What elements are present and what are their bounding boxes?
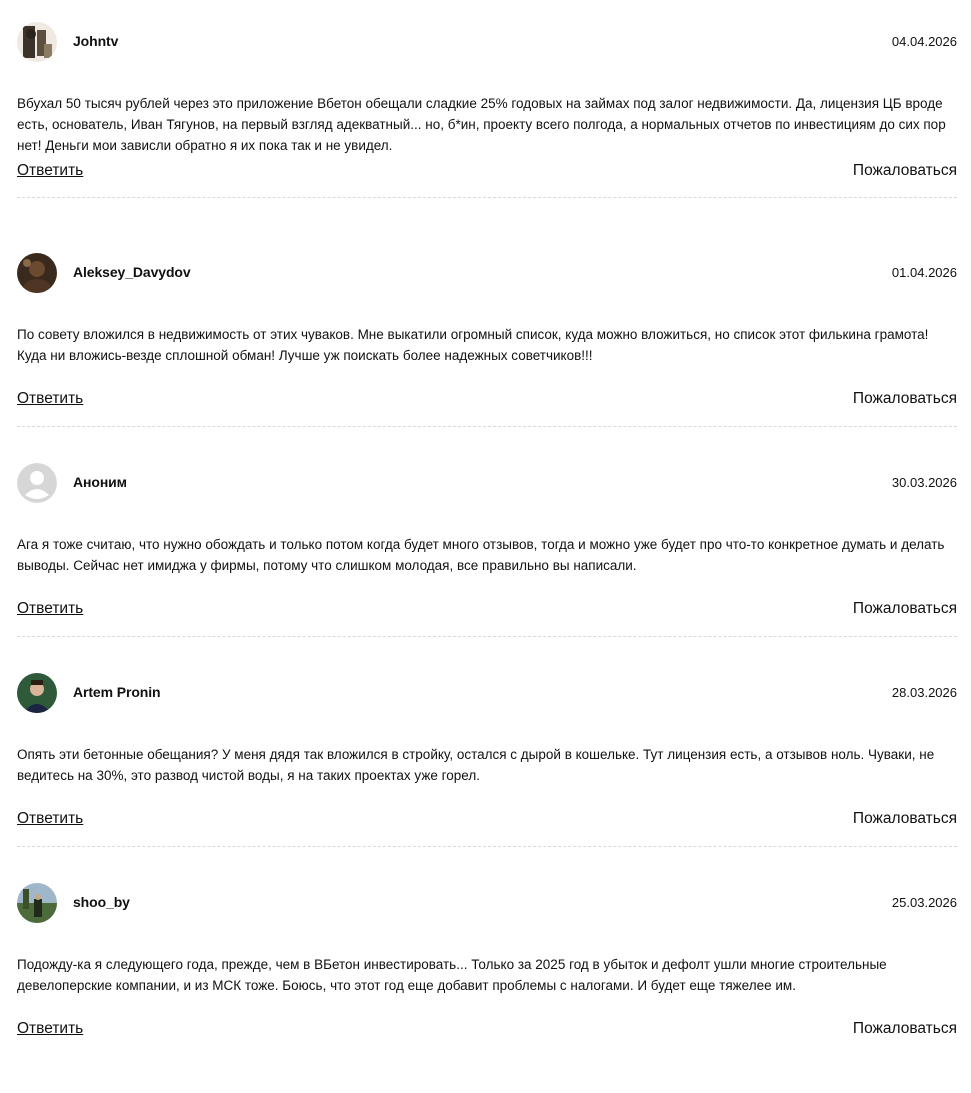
comment-item: Johntv 04.04.2026 Вбухал 50 тысяч рублей… (17, 22, 957, 232)
comment-author[interactable]: Aleksey_Davydov (73, 264, 191, 280)
comment-actions: Ответить Пожаловаться (17, 600, 957, 624)
reply-link[interactable]: Ответить (17, 810, 83, 828)
comment-author[interactable]: Artem Pronin (73, 684, 161, 700)
comment-text: Ага я тоже считаю, что нужно обождать и … (17, 537, 945, 573)
comment-author[interactable]: Johntv (73, 33, 118, 49)
comment-date: 04.04.2026 (891, 34, 957, 49)
comment-date: 01.04.2026 (891, 265, 957, 280)
comment-header: Artem Pronin 28.03.2026 (17, 673, 957, 713)
comment-actions: Ответить Пожаловаться (17, 162, 957, 186)
comment-date: 25.03.2026 (891, 895, 957, 910)
avatar (17, 253, 57, 293)
comment-date: 30.03.2026 (891, 475, 957, 490)
comment-header: Аноним 30.03.2026 (17, 463, 957, 503)
comment-divider (17, 197, 957, 198)
avatar (17, 22, 57, 62)
comment-divider (17, 636, 957, 637)
avatar (17, 673, 57, 713)
comment-text: Вбухал 50 тысяч рублей через это приложе… (17, 96, 946, 153)
comment-actions: Ответить Пожаловаться (17, 390, 957, 414)
comment-date: 28.03.2026 (891, 685, 957, 700)
comment-text: Подожду-ка я следующего года, прежде, че… (17, 957, 887, 993)
comment-item: Artem Pronin 28.03.2026 Опять эти бетонн… (17, 673, 957, 883)
comment-divider (17, 846, 957, 847)
comment-author[interactable]: Аноним (73, 474, 127, 490)
comment-divider (17, 426, 957, 427)
reply-link[interactable]: Ответить (17, 390, 83, 408)
reply-link[interactable]: Ответить (17, 162, 83, 180)
comment-item: Аноним 30.03.2026 Ага я тоже считаю, что… (17, 463, 957, 673)
comment-text: Опять эти бетонные обещания? У меня дядя… (17, 747, 935, 783)
comment-actions: Ответить Пожаловаться (17, 1020, 957, 1044)
comment-actions: Ответить Пожаловаться (17, 810, 957, 834)
comment-text: По совету вложился в недвижимость от эти… (17, 327, 929, 363)
reply-link[interactable]: Ответить (17, 1020, 83, 1038)
complain-link[interactable]: Пожаловаться (853, 600, 957, 618)
complain-link[interactable]: Пожаловаться (853, 810, 957, 828)
reply-link[interactable]: Ответить (17, 600, 83, 618)
comment-header: Aleksey_Davydov 01.04.2026 (17, 253, 957, 293)
avatar (17, 883, 57, 923)
complain-link[interactable]: Пожаловаться (853, 390, 957, 408)
comment-item: Aleksey_Davydov 01.04.2026 По совету вло… (17, 253, 957, 463)
comment-item: shoo_by 25.03.2026 Подожду-ка я следующе… (17, 883, 957, 1093)
complain-link[interactable]: Пожаловаться (853, 1020, 957, 1038)
comment-author[interactable]: shoo_by (73, 894, 130, 910)
comment-header: Johntv 04.04.2026 (17, 22, 957, 62)
complain-link[interactable]: Пожаловаться (853, 162, 957, 180)
default-user-icon (17, 463, 57, 503)
comment-header: shoo_by 25.03.2026 (17, 883, 957, 923)
